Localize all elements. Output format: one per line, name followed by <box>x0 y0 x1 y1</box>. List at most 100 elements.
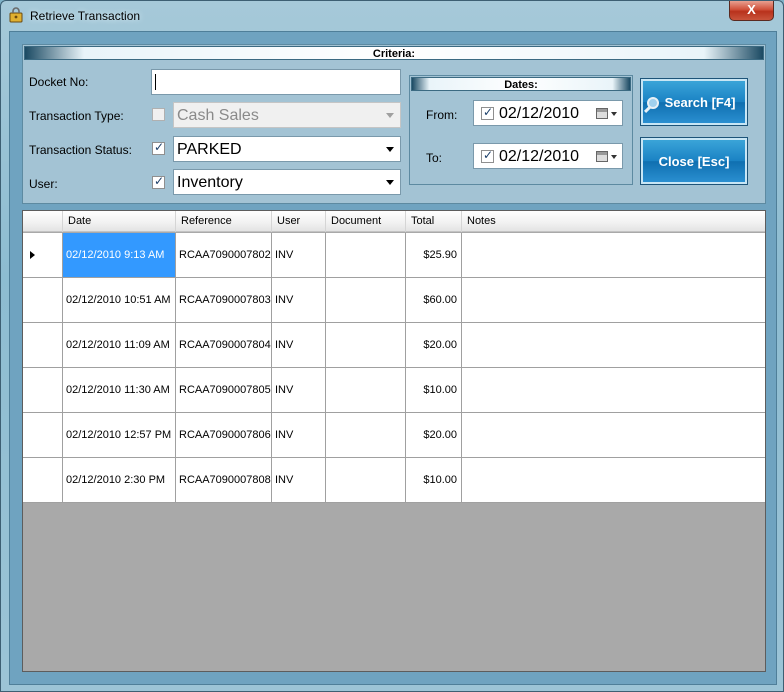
col-user[interactable]: User <box>272 211 326 232</box>
cell-total[interactable]: $20.00 <box>406 323 462 367</box>
table-row[interactable]: 02/12/2010 2:30 PM RCAA7090007808 INV $1… <box>23 458 765 503</box>
criteria-panel: Criteria: Docket No: Transaction Type: C… <box>22 44 766 204</box>
cell-reference[interactable]: RCAA7090007804 <box>176 323 272 367</box>
user-value: Inventory <box>177 174 243 191</box>
cell-total[interactable]: $20.00 <box>406 413 462 457</box>
title-bar[interactable]: Retrieve Transaction X <box>1 1 783 31</box>
cell-document[interactable] <box>326 233 406 277</box>
transaction-status-checkbox[interactable] <box>152 140 165 155</box>
cell-reference[interactable]: RCAA7090007806 <box>176 413 272 457</box>
cell-reference[interactable]: RCAA7090007802 <box>176 233 272 277</box>
cell-reference[interactable]: RCAA7090007803 <box>176 278 272 322</box>
text-cursor <box>155 74 156 90</box>
chevron-down-icon[interactable] <box>611 112 617 116</box>
criteria-header: Criteria: <box>24 46 764 60</box>
cell-date[interactable]: 02/12/2010 10:51 AM <box>63 278 176 322</box>
table-row[interactable]: 02/12/2010 12:57 PM RCAA7090007806 INV $… <box>23 413 765 458</box>
cell-user[interactable]: INV <box>272 413 326 457</box>
calendar-icon[interactable] <box>596 151 608 162</box>
to-date-picker[interactable]: 02/12/2010 <box>473 143 623 169</box>
cell-notes[interactable] <box>462 413 765 457</box>
cell-notes[interactable] <box>462 278 765 322</box>
window-title: Retrieve Transaction <box>30 9 141 23</box>
app-lock-icon <box>9 7 23 23</box>
dates-header: Dates: <box>411 77 631 91</box>
user-checkbox[interactable] <box>152 174 165 189</box>
to-label: To: <box>426 151 443 165</box>
from-date-picker[interactable]: 02/12/2010 <box>473 100 623 126</box>
docket-label: Docket No: <box>29 75 89 89</box>
cell-notes[interactable] <box>462 323 765 367</box>
cell-user[interactable]: INV <box>272 323 326 367</box>
cell-date[interactable]: 02/12/2010 11:09 AM <box>63 323 176 367</box>
col-date[interactable]: Date <box>63 211 176 232</box>
cell-date[interactable]: 02/12/2010 2:30 PM <box>63 458 176 502</box>
cell-document[interactable] <box>326 368 406 412</box>
cell-total[interactable]: $60.00 <box>406 278 462 322</box>
cell-total[interactable]: $10.00 <box>406 458 462 502</box>
col-document[interactable]: Document <box>326 211 406 232</box>
cell-document[interactable] <box>326 323 406 367</box>
chevron-down-icon <box>386 113 394 118</box>
transaction-type-label: Transaction Type: <box>29 109 124 123</box>
transaction-type-value: Cash Sales <box>177 107 259 124</box>
cell-reference[interactable]: RCAA7090007805 <box>176 368 272 412</box>
cell-notes[interactable] <box>462 458 765 502</box>
cell-date[interactable]: 02/12/2010 9:13 AM <box>63 233 176 277</box>
search-button[interactable]: Search [F4] <box>640 78 748 126</box>
table-row[interactable]: 02/12/2010 9:13 AM RCAA7090007802 INV $2… <box>23 233 765 278</box>
transaction-type-select[interactable]: Cash Sales <box>173 102 401 128</box>
cell-user[interactable]: INV <box>272 458 326 502</box>
cell-document[interactable] <box>326 413 406 457</box>
docket-input[interactable] <box>151 69 401 95</box>
to-date-checkbox[interactable] <box>481 148 494 163</box>
cell-date[interactable]: 02/12/2010 11:30 AM <box>63 368 176 412</box>
close-button-label: Close [Esc] <box>658 154 730 169</box>
col-notes[interactable]: Notes <box>462 211 765 232</box>
chevron-down-icon <box>386 147 394 152</box>
transactions-grid[interactable]: Date Reference User Document Total Notes… <box>22 210 766 672</box>
cell-total[interactable]: $25.90 <box>406 233 462 277</box>
from-label: From: <box>426 108 458 122</box>
cell-notes[interactable] <box>462 233 765 277</box>
row-header[interactable] <box>23 323 63 367</box>
window-close-button[interactable]: X <box>729 1 774 21</box>
client-area: Criteria: Docket No: Transaction Type: C… <box>9 31 777 685</box>
transaction-type-checkbox[interactable] <box>152 108 165 121</box>
transaction-status-label: Transaction Status: <box>29 143 132 157</box>
cell-document[interactable] <box>326 458 406 502</box>
cell-user[interactable]: INV <box>272 278 326 322</box>
table-row[interactable]: 02/12/2010 10:51 AM RCAA7090007803 INV $… <box>23 278 765 323</box>
to-date-value: 02/12/2010 <box>499 148 580 165</box>
cell-date[interactable]: 02/12/2010 12:57 PM <box>63 413 176 457</box>
col-total[interactable]: Total <box>406 211 462 232</box>
from-date-checkbox[interactable] <box>481 105 494 120</box>
cell-total[interactable]: $10.00 <box>406 368 462 412</box>
row-header[interactable] <box>23 278 63 322</box>
chevron-down-icon[interactable] <box>611 155 617 159</box>
grid-header: Date Reference User Document Total Notes <box>23 211 765 232</box>
grid-rows: 02/12/2010 9:13 AM RCAA7090007802 INV $2… <box>23 233 765 503</box>
calendar-icon[interactable] <box>596 108 608 119</box>
row-header[interactable] <box>23 458 63 502</box>
user-select[interactable]: Inventory <box>173 169 401 195</box>
table-row[interactable]: 02/12/2010 11:30 AM RCAA7090007805 INV $… <box>23 368 765 413</box>
row-header[interactable] <box>23 368 63 412</box>
close-button[interactable]: Close [Esc] <box>640 137 748 185</box>
cell-reference[interactable]: RCAA7090007808 <box>176 458 272 502</box>
row-header[interactable] <box>23 233 63 277</box>
cell-user[interactable]: INV <box>272 233 326 277</box>
user-label: User: <box>29 177 58 191</box>
search-button-label: Search [F4] <box>664 95 736 110</box>
cell-notes[interactable] <box>462 368 765 412</box>
table-row[interactable]: 02/12/2010 11:09 AM RCAA7090007804 INV $… <box>23 323 765 368</box>
current-row-arrow-icon <box>30 251 35 259</box>
col-reference[interactable]: Reference <box>176 211 272 232</box>
row-header-corner <box>23 211 63 232</box>
cell-user[interactable]: INV <box>272 368 326 412</box>
chevron-down-icon <box>386 180 394 185</box>
row-header[interactable] <box>23 413 63 457</box>
transaction-status-select[interactable]: PARKED <box>173 136 401 162</box>
window: Retrieve Transaction X Criteria: Docket … <box>0 0 784 692</box>
cell-document[interactable] <box>326 278 406 322</box>
